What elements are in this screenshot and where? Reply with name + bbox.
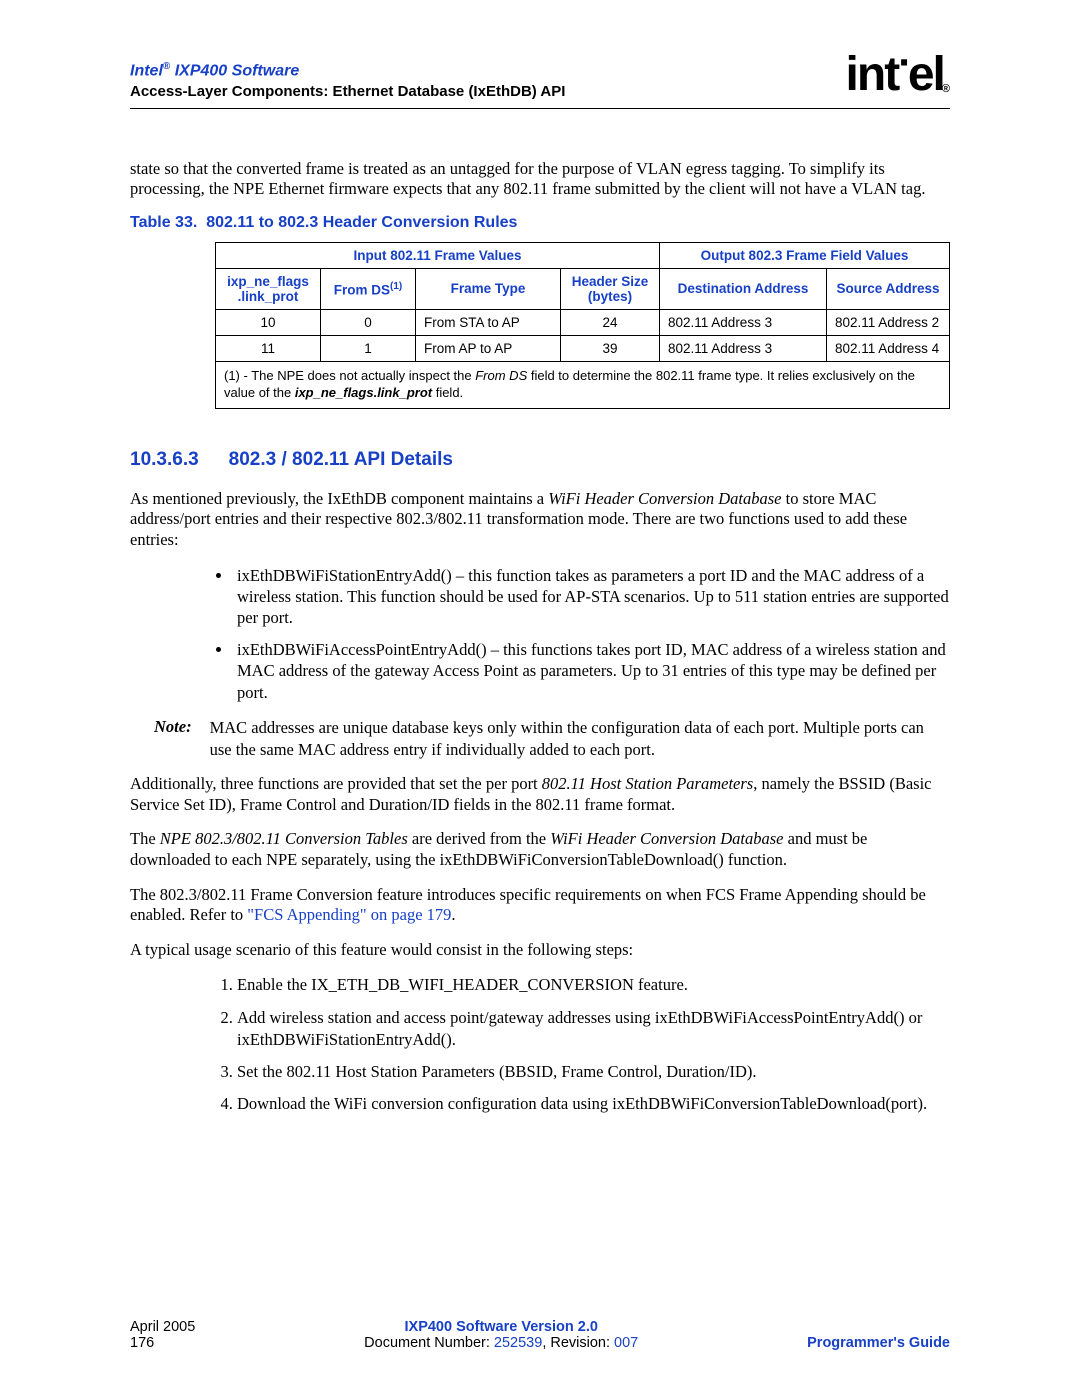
table-row: 11 1 From AP to AP 39 802.11 Address 3 8…	[216, 335, 950, 361]
bullet-list: ixEthDBWiFiStationEntryAdd() – this func…	[215, 565, 950, 704]
col-header-dest: Destination Address	[660, 268, 827, 309]
col-header-fromds: From DS(1)	[321, 268, 416, 309]
note-block: Note: MAC addresses are unique database …	[154, 717, 950, 760]
section-number: 10.3.6.3	[130, 449, 199, 471]
brand-name: Intel	[130, 62, 163, 79]
intro-paragraph: state so that the converted frame is tre…	[130, 159, 950, 200]
product-title: Intel® IXP400 Software	[130, 60, 565, 82]
footer-left: April 2005 176	[130, 1319, 195, 1351]
group-header-input: Input 802.11 Frame Values	[216, 242, 660, 268]
table-row: 10 0 From STA to AP 24 802.11 Address 3 …	[216, 309, 950, 335]
doc-subtitle: Access-Layer Components: Ethernet Databa…	[130, 82, 565, 102]
software-version: IXP400 Software Version 2.0	[195, 1319, 807, 1335]
footer-center: IXP400 Software Version 2.0 Document Num…	[195, 1319, 807, 1351]
list-item: Set the 802.11 Host Station Parameters (…	[237, 1061, 950, 1083]
paragraph: The NPE 802.3/802.11 Conversion Tables a…	[130, 829, 950, 870]
note-label: Note:	[154, 717, 192, 760]
col-header-src: Source Address	[827, 268, 950, 309]
table-caption: Table 33. 802.11 to 802.3 Header Convers…	[130, 214, 950, 232]
footer-right: Programmer's Guide	[807, 1335, 950, 1351]
product-suffix: IXP400 Software	[170, 62, 299, 79]
footer-date: April 2005	[130, 1319, 195, 1335]
list-item: Download the WiFi conversion configurati…	[237, 1093, 950, 1115]
registered-icon: ®	[942, 83, 948, 95]
header-rule	[130, 108, 950, 109]
section-heading: 10.3.6.3 802.3 / 802.11 API Details	[130, 449, 950, 471]
paragraph: As mentioned previously, the IxEthDB com…	[130, 489, 950, 551]
list-item: Add wireless station and access point/ga…	[237, 1007, 950, 1052]
group-header-output: Output 802.3 Frame Field Values	[660, 242, 950, 268]
doc-number-line: Document Number: 252539, Revision: 007	[195, 1335, 807, 1351]
col-header-flags: ixp_ne_flags.link_prot	[216, 268, 321, 309]
col-header-size: Header Size(bytes)	[561, 268, 660, 309]
conversion-table: Input 802.11 Frame Values Output 802.3 F…	[215, 242, 950, 409]
section-title: 802.3 / 802.11 API Details	[229, 449, 453, 471]
list-item: Enable the IX_ETH_DB_WIFI_HEADER_CONVERS…	[237, 974, 950, 996]
intel-logo: int.el®	[846, 56, 950, 94]
steps-list: Enable the IX_ETH_DB_WIFI_HEADER_CONVERS…	[215, 974, 950, 1115]
paragraph: A typical usage scenario of this feature…	[130, 940, 950, 961]
col-header-frametype: Frame Type	[416, 268, 561, 309]
list-item: ixEthDBWiFiStationEntryAdd() – this func…	[233, 565, 950, 629]
doc-number-link[interactable]: 252539	[494, 1335, 542, 1351]
page-footer: April 2005 176 IXP400 Software Version 2…	[130, 1319, 950, 1351]
paragraph: Additionally, three functions are provid…	[130, 774, 950, 815]
table-number: Table 33.	[130, 214, 197, 231]
page-number: 176	[130, 1335, 195, 1351]
paragraph: The 802.3/802.11 Frame Conversion featur…	[130, 885, 950, 926]
table-title: 802.11 to 802.3 Header Conversion Rules	[206, 214, 517, 231]
cross-reference-link[interactable]: "FCS Appending" on page 179	[247, 905, 451, 924]
table-footnote: (1) - The NPE does not actually inspect …	[216, 361, 950, 408]
list-item: ixEthDBWiFiAccessPointEntryAdd() – this …	[233, 639, 950, 703]
note-text: MAC addresses are unique database keys o…	[210, 717, 950, 760]
page-header: Intel® IXP400 Software Access-Layer Comp…	[130, 60, 950, 108]
doc-rev-link[interactable]: 007	[614, 1335, 638, 1351]
